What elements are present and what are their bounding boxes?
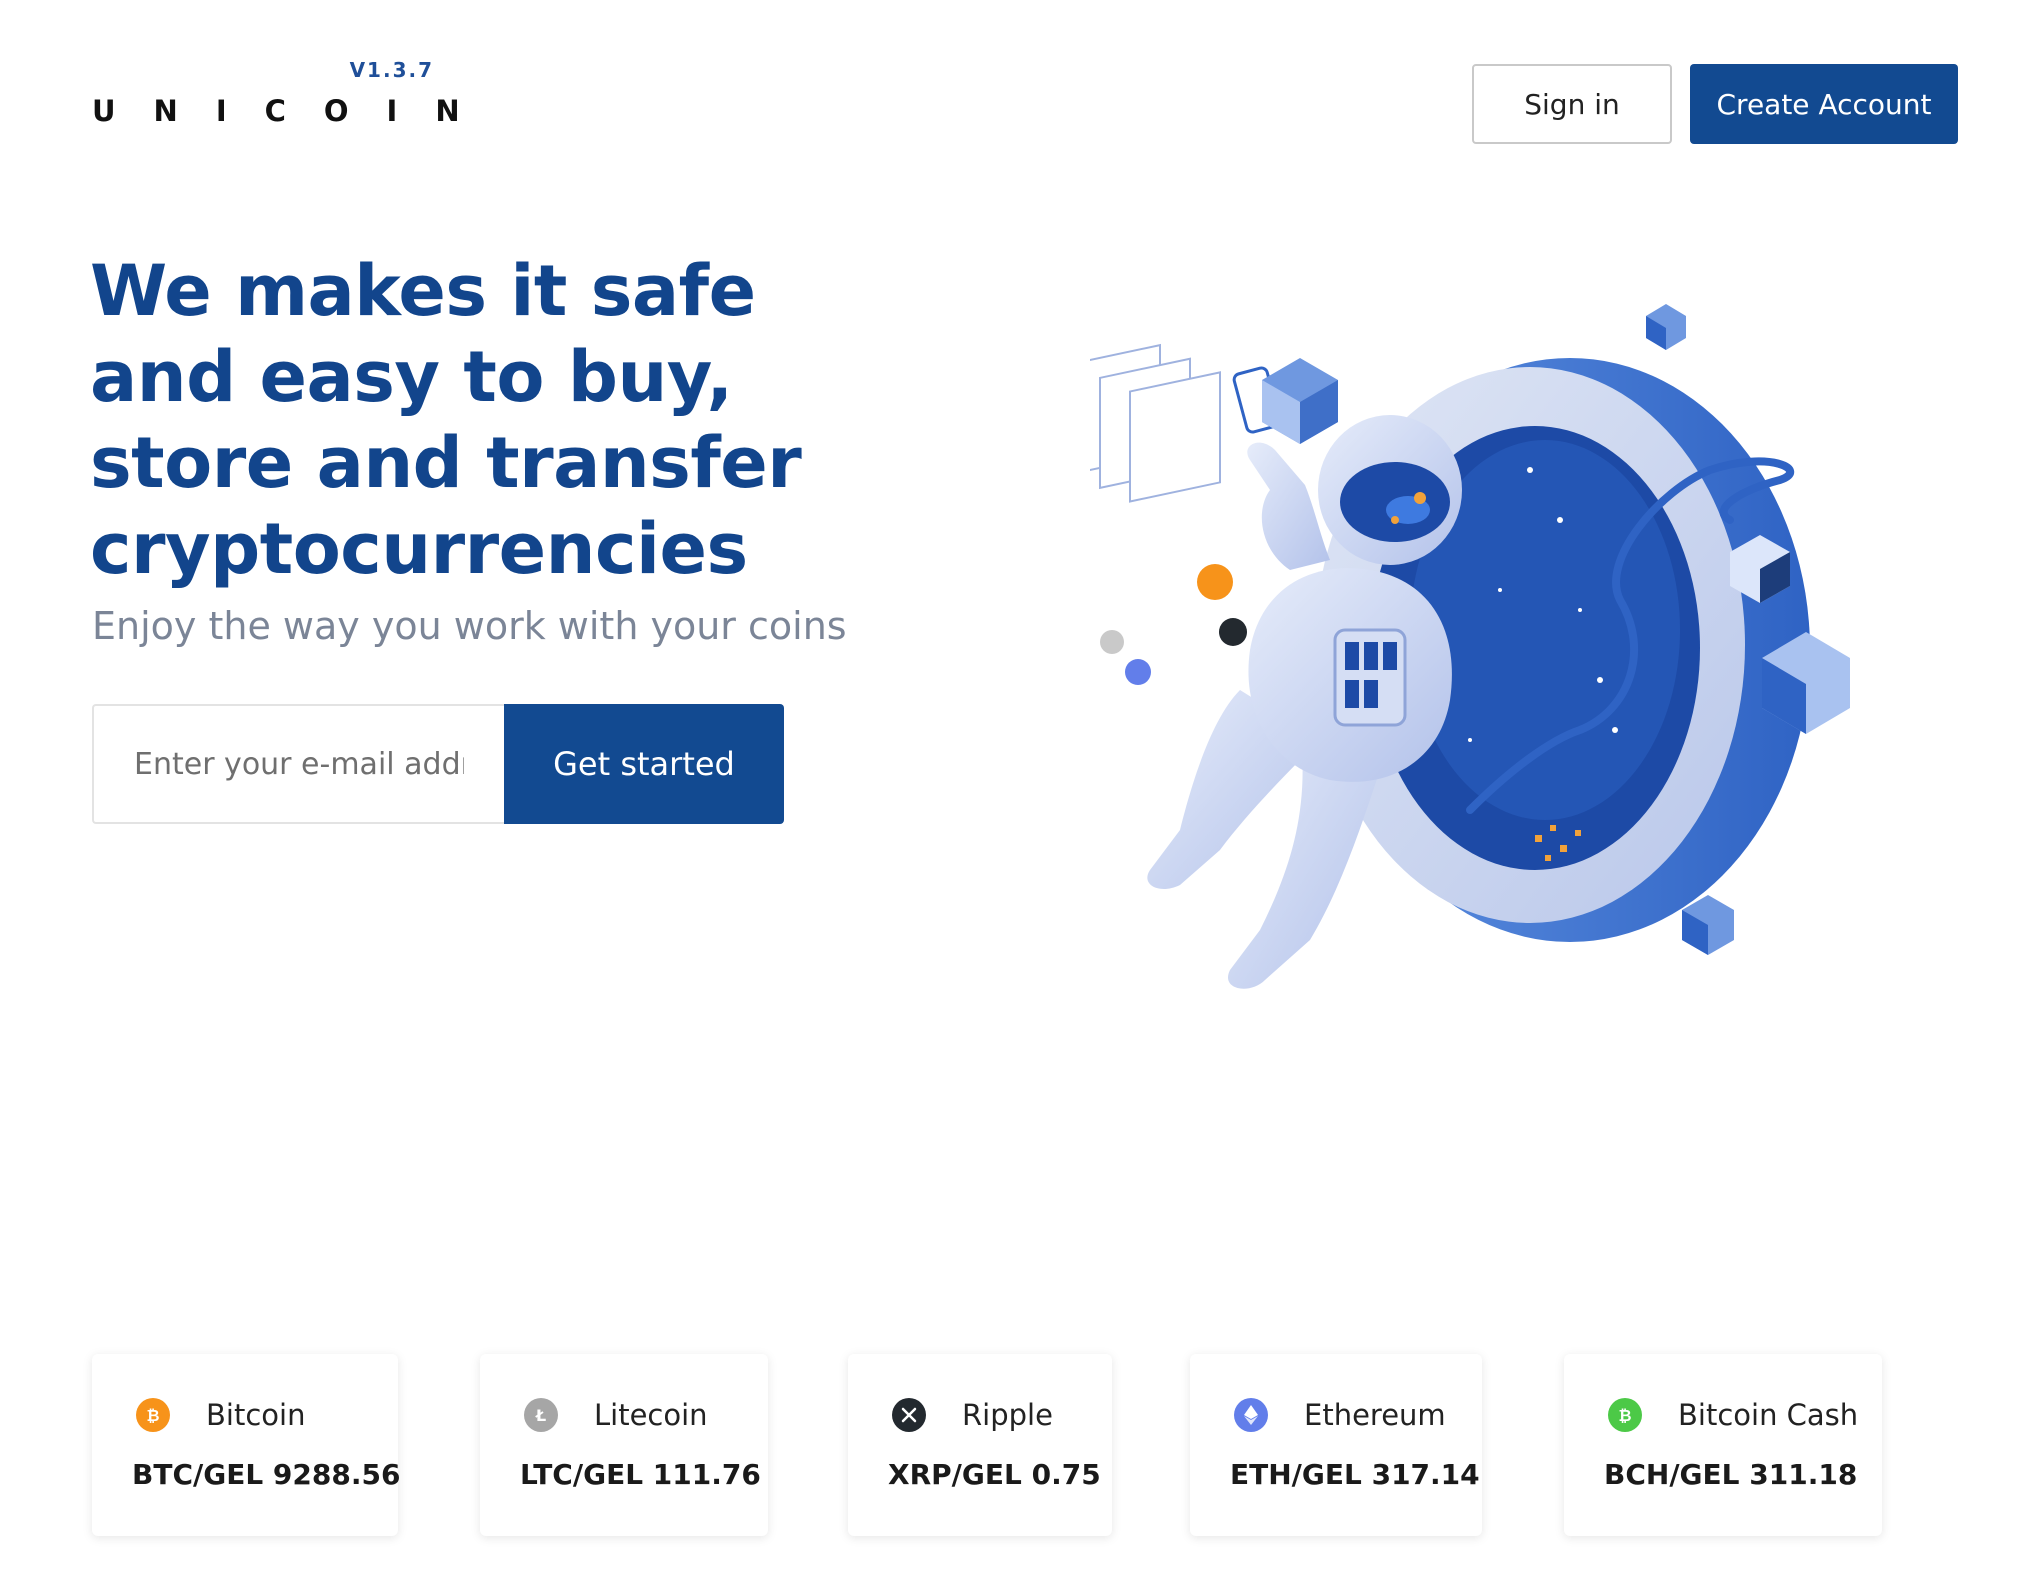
version-label: V1.3.7	[349, 58, 434, 82]
coin-name: Bitcoin	[206, 1398, 306, 1432]
ticker-card[interactable]: Ripple XRP/GEL 0.75	[848, 1354, 1112, 1536]
coin-price: ETH/GEL 317.14	[1230, 1458, 1480, 1491]
bitcoin-cash-icon: ₿	[1608, 1398, 1642, 1432]
coin-price: BCH/GEL 311.18	[1604, 1458, 1858, 1491]
get-started-button[interactable]: Get started	[504, 704, 784, 824]
svg-text:₿: ₿	[146, 1406, 159, 1425]
coin-price: LTC/GEL 111.76	[520, 1458, 761, 1491]
astronaut-illustration	[1090, 304, 1850, 989]
ticker-card[interactable]: ₿ Bitcoin Cash BCH/GEL 311.18	[1564, 1354, 1882, 1536]
email-input[interactable]	[92, 704, 504, 824]
bitcoin-icon: ₿	[136, 1398, 170, 1432]
litecoin-icon: Ł	[524, 1398, 558, 1432]
logo[interactable]: V1.3.7 UNICOIN	[92, 58, 460, 128]
signup-form: Get started	[92, 704, 784, 824]
sign-in-button[interactable]: Sign in	[1472, 64, 1672, 144]
ethereum-icon	[1234, 1398, 1268, 1432]
ticker-card[interactable]: ₿ Bitcoin BTC/GEL 9288.56	[92, 1354, 401, 1536]
documents	[1090, 343, 1221, 503]
coin-name: Ethereum	[1304, 1398, 1446, 1432]
ticker-card[interactable]: Ł Litecoin LTC/GEL 111.76	[480, 1354, 768, 1536]
logo-wordmark: UNICOIN	[92, 94, 498, 128]
coin-price: XRP/GEL 0.75	[888, 1458, 1101, 1491]
ripple-icon	[892, 1398, 926, 1432]
doc-bitcoin-icon	[1197, 564, 1233, 600]
svg-text:Ł: Ł	[535, 1406, 546, 1425]
coin-name: Litecoin	[594, 1398, 708, 1432]
create-account-button[interactable]: Create Account	[1690, 64, 1958, 144]
hero-subtitle: Enjoy the way you work with your coins	[92, 604, 847, 648]
ticker-card[interactable]: Ethereum ETH/GEL 317.14	[1190, 1354, 1482, 1536]
svg-text:₿: ₿	[1618, 1406, 1631, 1425]
coin-name: Ripple	[962, 1398, 1053, 1432]
coin-price: BTC/GEL 9288.56	[132, 1458, 401, 1491]
hero-title: We makes it safe and easy to buy, store …	[90, 250, 802, 590]
coin-name: Bitcoin Cash	[1678, 1398, 1859, 1432]
